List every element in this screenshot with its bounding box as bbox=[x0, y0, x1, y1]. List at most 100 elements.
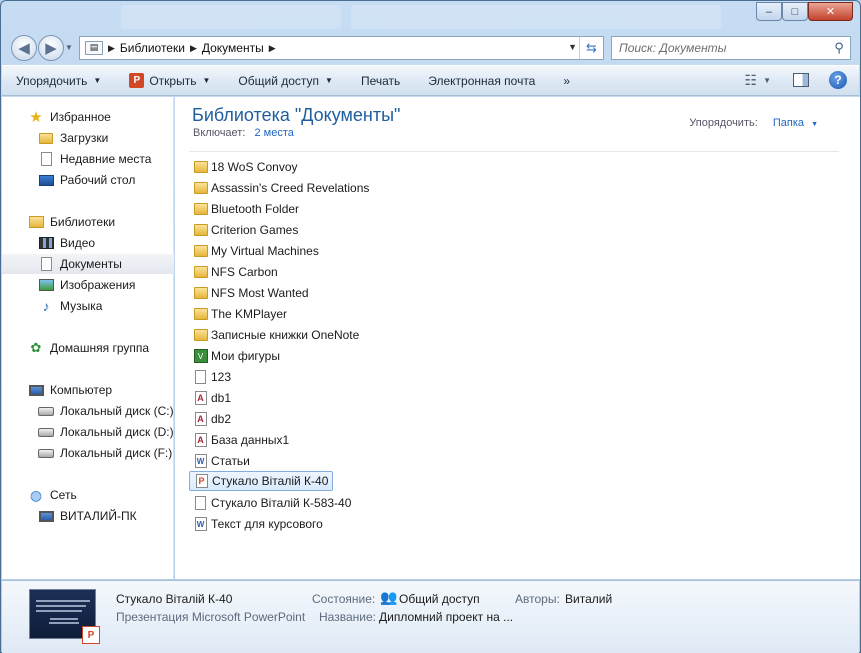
search-input[interactable]: Поиск: Документы bbox=[619, 41, 828, 55]
visio-folder-icon: V bbox=[193, 349, 208, 363]
change-view-icon[interactable]: ☷ bbox=[745, 72, 758, 89]
folder-icon bbox=[193, 307, 208, 321]
powerpoint-icon: P bbox=[129, 73, 145, 88]
music-icon: ♪ bbox=[42, 298, 50, 314]
list-item[interactable]: Стукало Віталій К-583-40 bbox=[189, 493, 355, 513]
nav-favorites[interactable]: ★ Избранное bbox=[2, 107, 174, 127]
email-button[interactable]: Электронная почта bbox=[428, 74, 535, 88]
list-item[interactable]: Adb1 bbox=[189, 388, 235, 408]
list-item[interactable]: Criterion Games bbox=[189, 220, 302, 240]
command-bar: Упорядочить ▼ P Открыть ▼ Общий доступ ▼ Пе… bbox=[2, 65, 859, 96]
refresh-icon: ⇆ bbox=[586, 40, 597, 55]
refresh-button[interactable]: ⇆ bbox=[579, 37, 603, 59]
library-title: Библиотека "Документы" bbox=[192, 105, 401, 125]
details-file-name: Стукало Віталій К-40 bbox=[116, 592, 233, 606]
maximize-button[interactable]: □ bbox=[782, 2, 808, 21]
list-item[interactable]: The KMPlayer bbox=[189, 304, 291, 324]
print-label: Печать bbox=[360, 73, 401, 88]
breadcrumb-separator[interactable]: ▶ bbox=[190, 43, 197, 54]
nav-item-label: Локальный диск (C:) bbox=[60, 404, 174, 418]
chevron-down-icon[interactable]: ▼ bbox=[811, 121, 818, 128]
list-item[interactable]: NFS Most Wanted bbox=[189, 283, 313, 303]
arrange-by-dropdown[interactable]: Папка bbox=[773, 117, 804, 129]
search-box[interactable]: Поиск: Документы ⚲ bbox=[611, 36, 851, 60]
state-value[interactable]: Общий доступ bbox=[399, 592, 480, 606]
list-item[interactable]: Bluetooth Folder bbox=[189, 199, 303, 219]
preview-pane-icon[interactable] bbox=[793, 73, 809, 87]
list-item[interactable]: W Статьи bbox=[189, 451, 254, 471]
breadcrumb-separator[interactable]: ▶ bbox=[269, 43, 276, 54]
breadcrumb-separator[interactable]: ▶ bbox=[108, 43, 115, 54]
nav-item-music[interactable]: ♪ Музыка bbox=[2, 296, 174, 316]
close-button[interactable]: ✕ bbox=[808, 2, 853, 21]
recent-pages-dropdown[interactable]: ▼ bbox=[65, 43, 73, 52]
list-item[interactable]: Adb2 bbox=[189, 409, 235, 429]
forward-button[interactable]: ▶ bbox=[38, 35, 64, 61]
nav-item-drive-f[interactable]: Локальный диск (F:) bbox=[2, 443, 174, 463]
list-item[interactable]: 123 bbox=[189, 367, 235, 387]
documents-icon bbox=[38, 257, 54, 271]
list-item[interactable]: Записные книжки OneNote bbox=[189, 325, 363, 345]
nav-homegroup[interactable]: ✿ Домашняя группа bbox=[2, 338, 174, 358]
back-button[interactable]: ◀ bbox=[11, 35, 37, 61]
nav-libraries[interactable]: Библиотеки bbox=[2, 212, 174, 232]
list-item[interactable]: A База данных1 bbox=[189, 430, 293, 450]
desktop-icon bbox=[38, 173, 54, 187]
presentation-thumbnail: P bbox=[29, 589, 100, 644]
authors-value[interactable]: Виталий bbox=[565, 592, 612, 606]
details-file-type: Презентация Microsoft PowerPoint bbox=[116, 610, 306, 624]
list-item-selected[interactable]: P Стукало Віталій К-40 bbox=[189, 471, 334, 491]
breadcrumb-documents[interactable]: Документы bbox=[202, 41, 264, 55]
chevron-down-icon: ▼ bbox=[325, 76, 333, 85]
details-pane: P Стукало Віталій К-40 Презентация Micro… bbox=[2, 580, 859, 653]
thumbnail-text-line bbox=[36, 610, 82, 612]
list-item[interactable]: My Virtual Machines bbox=[189, 241, 323, 261]
more-commands-button[interactable]: » bbox=[563, 74, 570, 88]
nav-item-label: Музыка bbox=[60, 299, 103, 313]
help-icon[interactable]: ? bbox=[829, 71, 847, 89]
file-name: The KMPlayer bbox=[211, 307, 288, 321]
file-name: NFS Most Wanted bbox=[211, 286, 309, 300]
nav-item-recent-places[interactable]: Недавние места bbox=[2, 149, 174, 169]
open-button[interactable]: P Открыть ▼ bbox=[129, 73, 210, 88]
nav-item-video[interactable]: Видео bbox=[2, 233, 174, 253]
list-item[interactable]: NFS Carbon bbox=[189, 262, 282, 282]
recent-places-icon bbox=[38, 152, 54, 166]
file-name: Стукало Віталій К-583-40 bbox=[211, 496, 352, 510]
downloads-folder-icon bbox=[38, 131, 54, 145]
includes-locations-link[interactable]: 2 места bbox=[254, 127, 293, 139]
nav-item-drive-c[interactable]: Локальный диск (C:) bbox=[2, 401, 174, 421]
nav-item-label: Видео bbox=[60, 236, 96, 250]
list-item[interactable]: V Мои фигуры bbox=[189, 346, 284, 366]
nav-item-pc[interactable]: ВИТАЛИЙ-ПК bbox=[2, 506, 174, 526]
print-button[interactable]: Печать bbox=[361, 74, 400, 88]
file-name: db2 bbox=[211, 412, 232, 426]
search-icon[interactable]: ⚲ bbox=[828, 40, 850, 56]
list-item[interactable]: W Текст для курсового bbox=[189, 514, 327, 534]
nav-item-pictures[interactable]: Изображения bbox=[2, 275, 174, 295]
list-item[interactable]: Assassin's Creed Revelations bbox=[189, 178, 373, 198]
share-button[interactable]: Общий доступ ▼ bbox=[238, 74, 333, 88]
folder-icon bbox=[193, 181, 208, 195]
view-dropdown-icon[interactable]: ▼ bbox=[763, 76, 771, 85]
file-name: Criterion Games bbox=[211, 223, 299, 237]
minimize-button[interactable]: – bbox=[756, 2, 782, 21]
nav-item-documents[interactable]: Документы bbox=[2, 254, 174, 274]
title-value[interactable]: Дипломний проект на ... bbox=[379, 610, 513, 624]
access-file-icon: A bbox=[193, 391, 208, 405]
address-bar[interactable]: ▤ ▶ Библиотеки ▶ Документы ▶ ▼ ⇆ bbox=[79, 36, 604, 60]
address-history-dropdown[interactable]: ▼ bbox=[568, 42, 577, 52]
title-bar[interactable]: – □ ✕ bbox=[1, 1, 860, 31]
breadcrumb-libraries[interactable]: Библиотеки bbox=[120, 41, 185, 55]
nav-libraries-label: Библиотеки bbox=[50, 215, 116, 229]
list-item[interactable]: 18 WoS Convoy bbox=[189, 157, 302, 177]
email-label: Электронная почта bbox=[428, 73, 536, 88]
nav-item-downloads[interactable]: Загрузки bbox=[2, 128, 174, 148]
nav-item-drive-d[interactable]: Локальный диск (D:) bbox=[2, 422, 174, 442]
nav-computer[interactable]: Компьютер bbox=[2, 380, 174, 400]
organize-button[interactable]: Упорядочить ▼ bbox=[16, 74, 101, 88]
thumbnail-text-line bbox=[49, 622, 79, 624]
nav-item-desktop[interactable]: Рабочий стол bbox=[2, 170, 174, 190]
blank-file-icon bbox=[193, 370, 208, 384]
nav-network[interactable]: ◍ Сеть bbox=[2, 485, 174, 505]
